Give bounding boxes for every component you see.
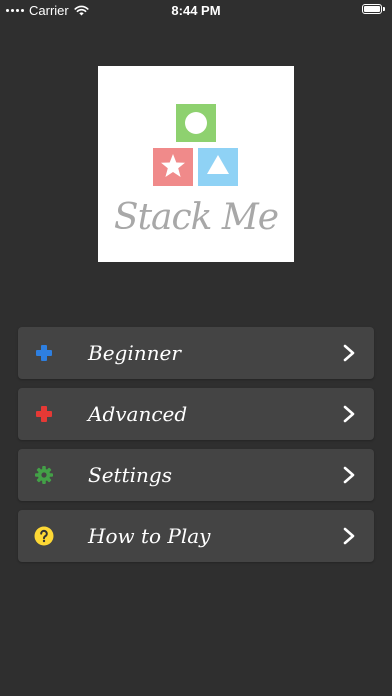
- question-icon: [34, 526, 54, 546]
- menu-item-how-to-play[interactable]: How to Play: [18, 510, 374, 562]
- main-menu: Beginner Advanced Settings How to Play: [18, 327, 374, 571]
- chevron-right-icon: [343, 405, 355, 423]
- menu-item-settings[interactable]: Settings: [18, 449, 374, 501]
- app-logo: Stack Me: [98, 66, 294, 262]
- chevron-right-icon: [343, 466, 355, 484]
- menu-item-label: Settings: [88, 463, 172, 487]
- gamepad-icon: [36, 345, 52, 361]
- status-time: 8:44 PM: [171, 3, 221, 18]
- menu-item-advanced[interactable]: Advanced: [18, 388, 374, 440]
- menu-item-label: Advanced: [88, 402, 188, 426]
- menu-item-label: Beginner: [88, 341, 181, 365]
- gamepad-icon: [36, 406, 52, 422]
- menu-item-beginner[interactable]: Beginner: [18, 327, 374, 379]
- logo-wordmark: Stack Me: [113, 197, 279, 238]
- status-bar: Carrier 8:44 PM: [0, 0, 392, 20]
- chevron-right-icon: [343, 344, 355, 362]
- battery-icon: [362, 4, 385, 14]
- menu-item-label: How to Play: [88, 524, 211, 548]
- chevron-right-icon: [343, 527, 355, 545]
- gear-icon: [35, 466, 53, 484]
